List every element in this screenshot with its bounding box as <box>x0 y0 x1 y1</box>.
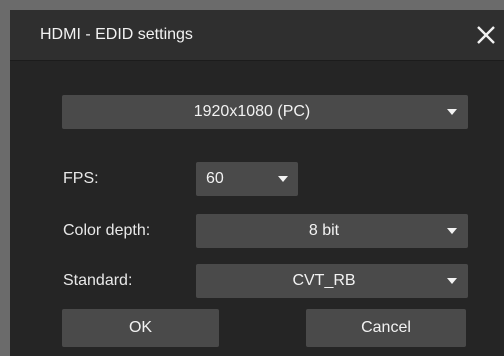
resolution-dropdown[interactable]: 1920x1080 (PC) <box>62 95 468 129</box>
standard-value: CVT_RB <box>292 272 356 289</box>
cancel-button[interactable]: Cancel <box>306 309 466 347</box>
fps-value: 60 <box>206 170 224 187</box>
edid-settings-dialog: HDMI - EDID settings 1920x1080 (PC) FPS:… <box>10 10 504 356</box>
dialog-title: HDMI - EDID settings <box>40 26 193 43</box>
close-icon[interactable] <box>472 21 500 49</box>
color-depth-dropdown[interactable]: 8 bit <box>196 214 468 248</box>
ok-button[interactable]: OK <box>62 309 219 347</box>
standard-label: Standard: <box>63 272 133 289</box>
standard-dropdown[interactable]: CVT_RB <box>196 264 468 298</box>
chevron-down-icon <box>447 109 457 115</box>
chevron-down-icon <box>447 278 457 284</box>
fps-label: FPS: <box>63 170 99 187</box>
color-depth-label: Color depth: <box>63 222 151 239</box>
title-bar: HDMI - EDID settings <box>10 10 504 61</box>
chevron-down-icon <box>447 228 457 234</box>
resolution-value: 1920x1080 (PC) <box>193 103 311 120</box>
color-depth-value: 8 bit <box>308 222 340 239</box>
fps-dropdown[interactable]: 60 <box>196 162 298 196</box>
chevron-down-icon <box>278 176 288 182</box>
